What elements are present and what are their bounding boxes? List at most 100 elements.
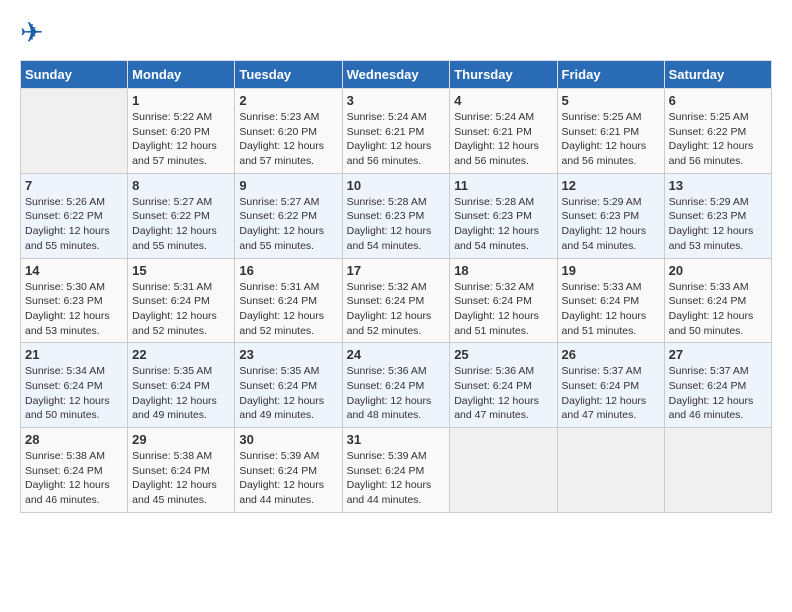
week-row-2: 7 Sunrise: 5:26 AMSunset: 6:22 PMDaylight…: [21, 173, 772, 258]
calendar-cell: 18 Sunrise: 5:32 AMSunset: 6:24 PMDayligh…: [450, 258, 557, 343]
calendar-cell: 26Sunrise: 5:37 AMSunset: 6:24 PMDayligh…: [557, 343, 664, 428]
calendar-cell: 21Sunrise: 5:34 AMSunset: 6:24 PMDayligh…: [21, 343, 128, 428]
day-number: 2: [239, 93, 337, 108]
calendar-cell: [664, 428, 771, 513]
day-number: 6: [669, 93, 767, 108]
calendar-cell: 31 Sunrise: 5:39 AMSunset: 6:24 PMDayligh…: [342, 428, 450, 513]
day-number: 3: [347, 93, 446, 108]
day-number: 14: [25, 263, 123, 278]
calendar-cell: 13 Sunrise: 5:29 AMSunset: 6:23 PMDayligh…: [664, 173, 771, 258]
day-number: 27: [669, 347, 767, 362]
day-number: 28: [25, 432, 123, 447]
calendar-cell: 24 Sunrise: 5:36 AMSunset: 6:24 PMDayligh…: [342, 343, 450, 428]
calendar-cell: 10 Sunrise: 5:28 AMSunset: 6:23 PMDayligh…: [342, 173, 450, 258]
calendar-cell: 19 Sunrise: 5:33 AMSunset: 6:24 PMDayligh…: [557, 258, 664, 343]
day-header-thursday: Thursday: [450, 61, 557, 89]
calendar-cell: 17 Sunrise: 5:32 AMSunset: 6:24 PMDayligh…: [342, 258, 450, 343]
day-number: 29: [132, 432, 230, 447]
day-number: 8: [132, 178, 230, 193]
day-info: Sunrise: 5:24 AMSunset: 6:21 PMDaylight:…: [454, 110, 552, 169]
day-info: Sunrise: 5:33 AMSunset: 6:24 PMDaylight:…: [562, 280, 660, 339]
day-number: 16: [239, 263, 337, 278]
calendar-cell: [557, 428, 664, 513]
day-info: Sunrise: 5:32 AMSunset: 6:24 PMDaylight:…: [347, 280, 446, 339]
day-number: 17: [347, 263, 446, 278]
day-number: 11: [454, 178, 552, 193]
day-info: Sunrise: 5:24 AMSunset: 6:21 PMDaylight:…: [347, 110, 446, 169]
day-number: 20: [669, 263, 767, 278]
day-info: Sunrise: 5:37 AMSunset: 6:24 PMDaylight:…: [562, 364, 660, 423]
day-number: 12: [562, 178, 660, 193]
week-row-4: 21Sunrise: 5:34 AMSunset: 6:24 PMDayligh…: [21, 343, 772, 428]
day-info: Sunrise: 5:27 AMSunset: 6:22 PMDaylight:…: [132, 195, 230, 254]
day-number: 13: [669, 178, 767, 193]
svg-text:✈: ✈: [20, 20, 43, 48]
day-info: Sunrise: 5:38 AMSunset: 6:24 PMDaylight:…: [132, 449, 230, 508]
calendar-cell: 8 Sunrise: 5:27 AMSunset: 6:22 PMDaylight…: [128, 173, 235, 258]
day-number: 31: [347, 432, 446, 447]
day-info: Sunrise: 5:30 AMSunset: 6:23 PMDaylight:…: [25, 280, 123, 339]
week-row-3: 14 Sunrise: 5:30 AMSunset: 6:23 PMDayligh…: [21, 258, 772, 343]
day-info: Sunrise: 5:38 AMSunset: 6:24 PMDaylight:…: [25, 449, 123, 508]
day-info: Sunrise: 5:36 AMSunset: 6:24 PMDaylight:…: [454, 364, 552, 423]
calendar-cell: 28 Sunrise: 5:38 AMSunset: 6:24 PMDayligh…: [21, 428, 128, 513]
day-number: 21: [25, 347, 123, 362]
day-info: Sunrise: 5:29 AMSunset: 6:23 PMDaylight:…: [562, 195, 660, 254]
day-header-tuesday: Tuesday: [235, 61, 342, 89]
calendar-cell: 30Sunrise: 5:39 AMSunset: 6:24 PMDayligh…: [235, 428, 342, 513]
calendar-cell: 15Sunrise: 5:31 AMSunset: 6:24 PMDayligh…: [128, 258, 235, 343]
day-info: Sunrise: 5:35 AMSunset: 6:24 PMDaylight:…: [239, 364, 337, 423]
calendar-cell: 12 Sunrise: 5:29 AMSunset: 6:23 PMDayligh…: [557, 173, 664, 258]
day-number: 25: [454, 347, 552, 362]
day-header-saturday: Saturday: [664, 61, 771, 89]
day-info: Sunrise: 5:32 AMSunset: 6:24 PMDaylight:…: [454, 280, 552, 339]
day-number: 18: [454, 263, 552, 278]
calendar-cell: 22 Sunrise: 5:35 AMSunset: 6:24 PMDayligh…: [128, 343, 235, 428]
day-info: Sunrise: 5:27 AMSunset: 6:22 PMDaylight:…: [239, 195, 337, 254]
day-header-wednesday: Wednesday: [342, 61, 450, 89]
day-info: Sunrise: 5:33 AMSunset: 6:24 PMDaylight:…: [669, 280, 767, 339]
calendar-cell: 2 Sunrise: 5:23 AMSunset: 6:20 PMDaylight…: [235, 89, 342, 174]
day-info: Sunrise: 5:31 AMSunset: 6:24 PMDaylight:…: [239, 280, 337, 339]
day-number: 23: [239, 347, 337, 362]
day-info: Sunrise: 5:35 AMSunset: 6:24 PMDaylight:…: [132, 364, 230, 423]
day-info: Sunrise: 5:37 AMSunset: 6:24 PMDaylight:…: [669, 364, 767, 423]
day-info: Sunrise: 5:25 AMSunset: 6:22 PMDaylight:…: [669, 110, 767, 169]
day-header-friday: Friday: [557, 61, 664, 89]
week-row-1: 1Sunrise: 5:22 AMSunset: 6:20 PMDaylight…: [21, 89, 772, 174]
day-info: Sunrise: 5:26 AMSunset: 6:22 PMDaylight:…: [25, 195, 123, 254]
day-info: Sunrise: 5:39 AMSunset: 6:24 PMDaylight:…: [347, 449, 446, 508]
day-info: Sunrise: 5:25 AMSunset: 6:21 PMDaylight:…: [562, 110, 660, 169]
page-header: ✈: [20, 20, 772, 50]
day-number: 10: [347, 178, 446, 193]
day-header-sunday: Sunday: [21, 61, 128, 89]
calendar-cell: 7 Sunrise: 5:26 AMSunset: 6:22 PMDaylight…: [21, 173, 128, 258]
week-row-5: 28 Sunrise: 5:38 AMSunset: 6:24 PMDayligh…: [21, 428, 772, 513]
day-number: 5: [562, 93, 660, 108]
calendar-table: SundayMondayTuesdayWednesdayThursdayFrid…: [20, 60, 772, 513]
day-info: Sunrise: 5:29 AMSunset: 6:23 PMDaylight:…: [669, 195, 767, 254]
day-info: Sunrise: 5:36 AMSunset: 6:24 PMDaylight:…: [347, 364, 446, 423]
calendar-cell: 14 Sunrise: 5:30 AMSunset: 6:23 PMDayligh…: [21, 258, 128, 343]
calendar-cell: 6 Sunrise: 5:25 AMSunset: 6:22 PMDaylight…: [664, 89, 771, 174]
day-number: 19: [562, 263, 660, 278]
calendar-cell: 4Sunrise: 5:24 AMSunset: 6:21 PMDaylight…: [450, 89, 557, 174]
day-header-monday: Monday: [128, 61, 235, 89]
day-number: 22: [132, 347, 230, 362]
day-number: 1: [132, 93, 230, 108]
calendar-cell: 16 Sunrise: 5:31 AMSunset: 6:24 PMDayligh…: [235, 258, 342, 343]
calendar-cell: 20 Sunrise: 5:33 AMSunset: 6:24 PMDayligh…: [664, 258, 771, 343]
calendar-cell: 29 Sunrise: 5:38 AMSunset: 6:24 PMDayligh…: [128, 428, 235, 513]
day-number: 30: [239, 432, 337, 447]
day-info: Sunrise: 5:28 AMSunset: 6:23 PMDaylight:…: [347, 195, 446, 254]
day-number: 9: [239, 178, 337, 193]
day-number: 7: [25, 178, 123, 193]
day-number: 15: [132, 263, 230, 278]
calendar-cell: 25 Sunrise: 5:36 AMSunset: 6:24 PMDayligh…: [450, 343, 557, 428]
calendar-cell: 1Sunrise: 5:22 AMSunset: 6:20 PMDaylight…: [128, 89, 235, 174]
days-header-row: SundayMondayTuesdayWednesdayThursdayFrid…: [21, 61, 772, 89]
day-info: Sunrise: 5:23 AMSunset: 6:20 PMDaylight:…: [239, 110, 337, 169]
calendar-cell: 3 Sunrise: 5:24 AMSunset: 6:21 PMDaylight…: [342, 89, 450, 174]
day-number: 24: [347, 347, 446, 362]
calendar-cell: [450, 428, 557, 513]
